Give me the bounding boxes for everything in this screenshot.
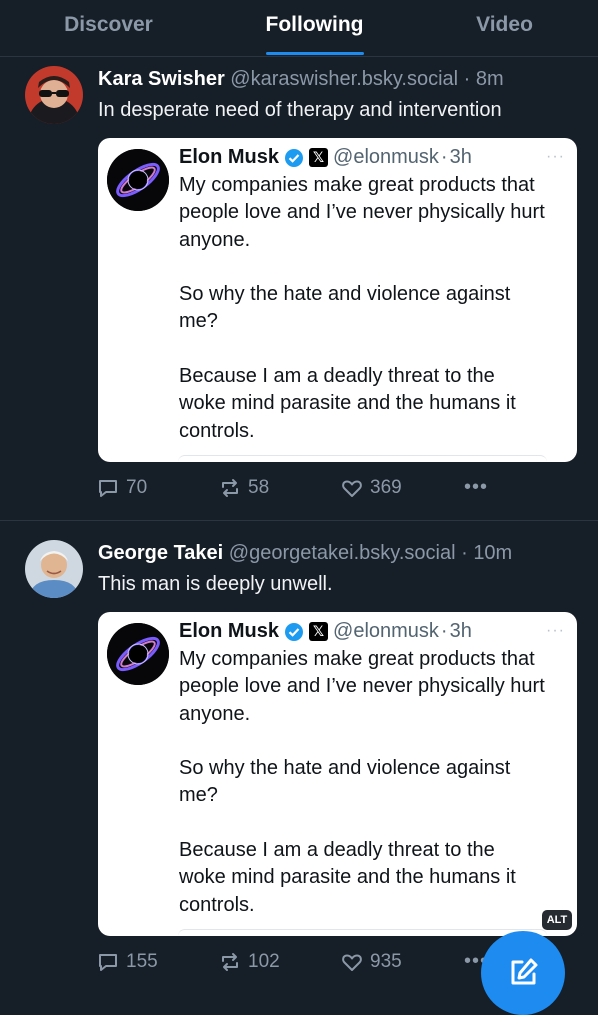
ellipsis-icon: ···	[546, 622, 565, 639]
like-count: 935	[370, 951, 402, 972]
ellipsis-icon: •••	[464, 476, 489, 498]
avatar[interactable]	[25, 540, 83, 598]
embed-divider	[178, 455, 547, 462]
tab-following[interactable]: Following	[246, 0, 383, 56]
post-text: In desperate need of therapy and interve…	[98, 99, 502, 121]
embed-separator: ·	[440, 146, 448, 168]
meta-separator: ·	[461, 542, 468, 564]
repost-count: 58	[248, 477, 270, 498]
compose-button[interactable]	[481, 931, 565, 1015]
like-button[interactable]: 369	[340, 476, 402, 500]
embed-handle: @elonmusk	[333, 620, 439, 642]
reply-count: 155	[126, 951, 158, 972]
feed-post[interactable]: George Takei @georgetakei.bsky.social · …	[0, 530, 598, 1000]
heart-icon	[342, 480, 362, 497]
more-options-button[interactable]: •••	[464, 476, 488, 499]
avatar[interactable]	[25, 66, 83, 124]
embed-separator: ·	[440, 620, 448, 642]
post-header: Kara Swisher @karaswisher.bsky.social · …	[98, 68, 504, 91]
verified-check-icon	[284, 622, 304, 642]
post-header: George Takei @georgetakei.bsky.social · …	[98, 542, 512, 565]
reply-count: 70	[126, 477, 148, 498]
embed-avatar	[107, 149, 169, 211]
like-count: 369	[370, 477, 402, 498]
speech-bubble-icon	[99, 954, 117, 971]
reply-button[interactable]: 155	[96, 950, 158, 974]
feed-tab-bar: Discover Following Video	[0, 0, 598, 57]
repost-button[interactable]: 58	[218, 476, 269, 500]
like-button[interactable]: 935	[340, 950, 402, 974]
author-name[interactable]: Kara Swisher	[98, 68, 225, 90]
repost-count: 102	[248, 951, 280, 972]
embed-author-name: Elon Musk	[179, 620, 280, 642]
post-time[interactable]: 10m	[473, 542, 512, 564]
x-logo-icon: 𝕏	[309, 148, 329, 167]
post-divider	[0, 520, 598, 521]
author-handle[interactable]: @georgetakei.bsky.social	[229, 542, 456, 564]
post-actions: 70 58 369 •••	[96, 476, 516, 504]
tab-discover[interactable]: Discover	[40, 0, 177, 56]
x-logo-icon: 𝕏	[309, 622, 329, 641]
post-text: This man is deeply unwell.	[98, 573, 333, 595]
embed-divider	[178, 929, 547, 936]
author-handle[interactable]: @karaswisher.bsky.social	[230, 68, 458, 90]
feed-post[interactable]: Kara Swisher @karaswisher.bsky.social · …	[0, 56, 598, 520]
embed-header: Elon Musk 𝕏 @elonmusk · 3h	[179, 146, 472, 169]
active-tab-indicator	[266, 52, 364, 55]
embedded-image[interactable]: Elon Musk 𝕏 @elonmusk · 3h ··· My compan…	[98, 138, 577, 462]
repost-button[interactable]: 102	[218, 950, 280, 974]
reply-button[interactable]: 70	[96, 476, 147, 500]
embed-avatar	[107, 623, 169, 685]
meta-separator: ·	[463, 68, 471, 90]
embed-header: Elon Musk 𝕏 @elonmusk · 3h	[179, 620, 472, 643]
compose-pencil-icon	[511, 958, 538, 985]
repost-arrows-icon	[222, 953, 238, 971]
verified-check-icon	[284, 148, 304, 168]
embed-time: 3h	[449, 620, 472, 642]
tab-video[interactable]: Video	[436, 0, 573, 56]
author-name[interactable]: George Takei	[98, 542, 223, 564]
repost-arrows-icon	[222, 479, 238, 497]
speech-bubble-icon	[99, 480, 117, 497]
embedded-image[interactable]: Elon Musk 𝕏 @elonmusk · 3h ··· My compan…	[98, 612, 577, 936]
embed-author-name: Elon Musk	[179, 146, 280, 168]
embed-body-text: My companies make great products that pe…	[179, 648, 545, 916]
heart-icon	[342, 954, 362, 971]
ellipsis-icon: ···	[546, 148, 565, 165]
embed-body-text: My companies make great products that pe…	[179, 174, 545, 442]
post-actions: 155 102 935 •••	[96, 950, 516, 978]
alt-text-badge[interactable]: ALT	[542, 910, 572, 930]
embed-time: 3h	[449, 146, 472, 168]
embed-handle: @elonmusk	[333, 146, 439, 168]
post-time[interactable]: 8m	[476, 68, 504, 90]
